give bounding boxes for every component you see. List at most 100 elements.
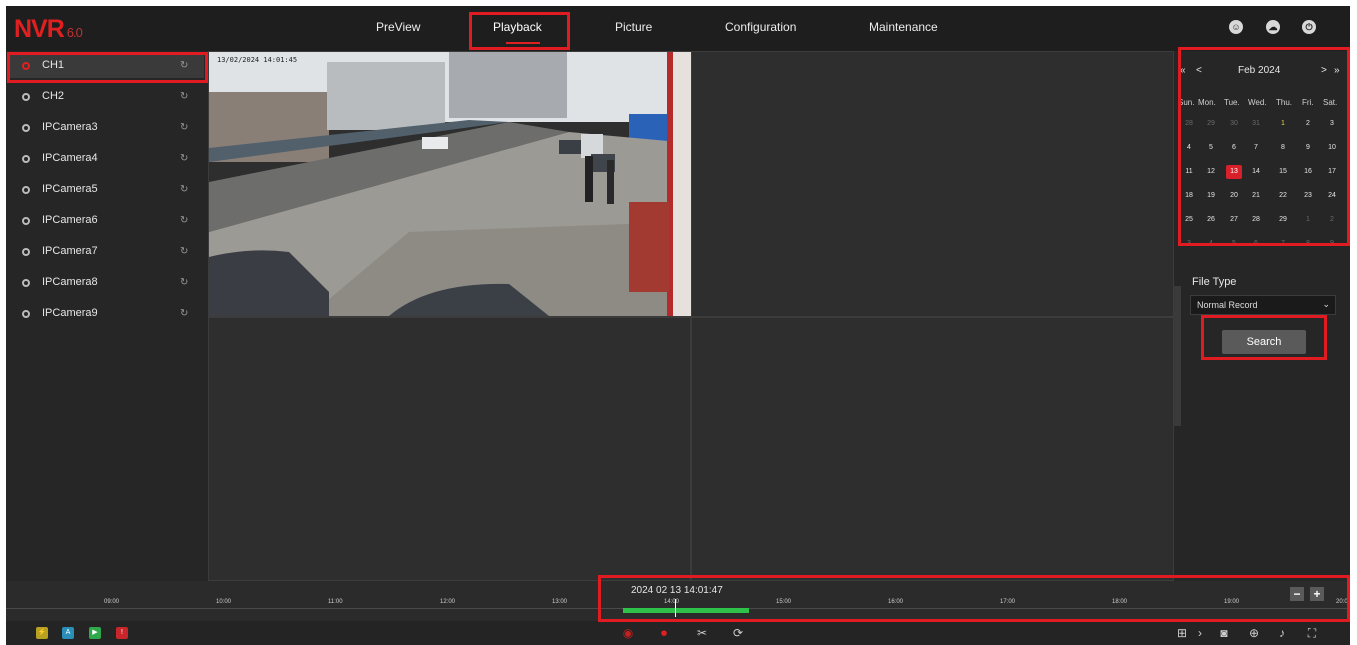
calendar-day[interactable]: 11 xyxy=(1181,165,1197,179)
user-icon[interactable]: ☺ xyxy=(1229,20,1243,34)
calendar-day[interactable]: 27 xyxy=(1226,213,1242,227)
video-window-2[interactable] xyxy=(691,51,1174,317)
channel-settings-icon[interactable]: ↻ xyxy=(180,153,192,165)
channel-settings-icon[interactable]: ↻ xyxy=(180,60,192,72)
record-type-ai-icon[interactable]: A xyxy=(62,627,74,639)
calendar-day[interactable]: 7 xyxy=(1248,141,1264,155)
calendar-day[interactable]: 15 xyxy=(1275,165,1291,179)
record-type-normal-icon[interactable]: ▶ xyxy=(89,627,101,639)
calendar-day[interactable]: 25 xyxy=(1181,213,1197,227)
panel-collapse-handle[interactable] xyxy=(1174,286,1181,426)
timeline-zoom-in-button[interactable]: + xyxy=(1310,587,1324,601)
channel-settings-icon[interactable]: ↻ xyxy=(180,122,192,134)
video-window-4[interactable] xyxy=(691,317,1174,581)
calendar-day[interactable]: 3 xyxy=(1181,237,1197,251)
recording-segment-bar[interactable] xyxy=(623,608,749,613)
calendar-day[interactable]: 29 xyxy=(1203,117,1219,131)
prev-month-button[interactable]: < xyxy=(1196,65,1202,76)
weekday-label: Sun. xyxy=(1178,98,1195,107)
calendar-day[interactable]: 12 xyxy=(1203,165,1219,179)
calendar-day[interactable]: 2 xyxy=(1324,213,1340,227)
chevron-right-icon[interactable]: › xyxy=(1192,625,1208,641)
channel-settings-icon[interactable]: ↻ xyxy=(180,215,192,227)
calendar-day[interactable]: 21 xyxy=(1248,189,1264,203)
channel-item-ch2[interactable]: CH2 ↻ xyxy=(8,85,204,109)
channel-settings-icon[interactable]: ↻ xyxy=(180,246,192,258)
calendar-day[interactable]: 22 xyxy=(1275,189,1291,203)
calendar-day[interactable]: 1 xyxy=(1300,213,1316,227)
video-window-3[interactable] xyxy=(208,317,691,581)
calendar-day[interactable]: 28 xyxy=(1181,117,1197,131)
calendar-day[interactable]: 30 xyxy=(1226,117,1242,131)
calendar-day[interactable]: 16 xyxy=(1300,165,1316,179)
calendar-day[interactable]: 6 xyxy=(1248,237,1264,251)
calendar-day[interactable]: 6 xyxy=(1226,141,1242,155)
audio-icon[interactable]: ♪ xyxy=(1274,625,1290,641)
calendar-day[interactable]: 7 xyxy=(1275,237,1291,251)
snapshot-icon[interactable]: ◙ xyxy=(1216,625,1232,641)
clip-icon[interactable]: ✂ xyxy=(694,625,710,641)
refresh-icon[interactable]: ⟳ xyxy=(730,625,746,641)
calendar-day[interactable]: 3 xyxy=(1324,117,1340,131)
calendar-day[interactable]: 9 xyxy=(1324,237,1340,251)
calendar-day[interactable]: 9 xyxy=(1300,141,1316,155)
calendar-day[interactable]: 8 xyxy=(1300,237,1316,251)
nav-preview[interactable]: PreView xyxy=(376,20,420,34)
nav-playback[interactable]: Playback xyxy=(493,20,542,34)
prev-year-button[interactable]: « xyxy=(1180,65,1186,76)
channel-settings-icon[interactable]: ↻ xyxy=(180,184,192,196)
channel-item-ipcamera7[interactable]: IPCamera7 ↻ xyxy=(8,240,204,264)
channel-item-ipcamera5[interactable]: IPCamera5 ↻ xyxy=(8,178,204,202)
next-month-button[interactable]: > xyxy=(1321,65,1327,76)
channel-item-ch1[interactable]: CH1 ↻ xyxy=(8,54,204,78)
fullscreen-icon[interactable]: ⛶ xyxy=(1304,625,1320,641)
calendar-day[interactable]: 17 xyxy=(1324,165,1340,179)
calendar-day[interactable]: 29 xyxy=(1275,213,1291,227)
calendar-day[interactable]: 20 xyxy=(1226,189,1242,203)
calendar-day[interactable]: 24 xyxy=(1324,189,1340,203)
next-year-button[interactable]: » xyxy=(1334,65,1340,76)
calendar-day[interactable]: 31 xyxy=(1248,117,1264,131)
calendar-day[interactable]: 28 xyxy=(1248,213,1264,227)
playback-timeline[interactable]: 2024 02 13 14:01:47 09:00 10:00 11:00 12… xyxy=(6,581,1350,621)
calendar-day[interactable]: 23 xyxy=(1300,189,1316,203)
cloud-icon[interactable]: ☁ xyxy=(1266,20,1280,34)
channel-settings-icon[interactable]: ↻ xyxy=(180,277,192,289)
file-type-select[interactable]: Normal Record ⌄ xyxy=(1190,295,1336,315)
calendar-day[interactable]: 1 xyxy=(1275,117,1291,131)
channel-item-ipcamera8[interactable]: IPCamera8 ↻ xyxy=(8,271,204,295)
stop-playback-icon[interactable]: ⏺ xyxy=(656,625,672,641)
channel-item-ipcamera4[interactable]: IPCamera4 ↻ xyxy=(8,147,204,171)
record-type-motion-icon[interactable]: ⚡ xyxy=(36,627,48,639)
calendar-day[interactable]: 5 xyxy=(1203,141,1219,155)
nav-maintenance[interactable]: Maintenance xyxy=(869,20,938,34)
calendar-day[interactable]: 4 xyxy=(1181,141,1197,155)
calendar-day[interactable]: 19 xyxy=(1203,189,1219,203)
timeline-playhead[interactable] xyxy=(675,599,676,617)
calendar-day[interactable]: 18 xyxy=(1181,189,1197,203)
nav-configuration[interactable]: Configuration xyxy=(725,20,796,34)
channel-settings-icon[interactable]: ↻ xyxy=(180,308,192,320)
record-stop-icon[interactable]: ◉ xyxy=(620,625,636,641)
calendar-day[interactable]: 5 xyxy=(1226,237,1242,251)
calendar-day[interactable]: 10 xyxy=(1324,141,1340,155)
channel-item-ipcamera3[interactable]: IPCamera3 ↻ xyxy=(8,116,204,140)
channel-settings-icon[interactable]: ↻ xyxy=(180,91,192,103)
channel-item-ipcamera6[interactable]: IPCamera6 ↻ xyxy=(8,209,204,233)
search-button[interactable]: Search xyxy=(1222,330,1306,354)
calendar-day[interactable]: 4 xyxy=(1203,237,1219,251)
zoom-icon[interactable]: ⊕ xyxy=(1246,625,1262,641)
channel-item-ipcamera9[interactable]: IPCamera9 ↻ xyxy=(8,302,204,326)
power-icon[interactable]: ⏻ xyxy=(1302,20,1316,34)
channel-status-icon xyxy=(22,124,30,132)
calendar-day[interactable]: 13 xyxy=(1226,165,1242,179)
calendar-day[interactable]: 14 xyxy=(1248,165,1264,179)
calendar-day[interactable]: 8 xyxy=(1275,141,1291,155)
timeline-zoom-out-button[interactable]: − xyxy=(1290,587,1304,601)
record-type-alarm-icon[interactable]: ! xyxy=(116,627,128,639)
nav-picture[interactable]: Picture xyxy=(615,20,652,34)
video-window-1[interactable]: 13/02/2024 14:01:45 xyxy=(208,51,691,317)
calendar-day[interactable]: 26 xyxy=(1203,213,1219,227)
layout-grid-icon[interactable]: ⊞ xyxy=(1174,625,1190,641)
calendar-day[interactable]: 2 xyxy=(1300,117,1316,131)
